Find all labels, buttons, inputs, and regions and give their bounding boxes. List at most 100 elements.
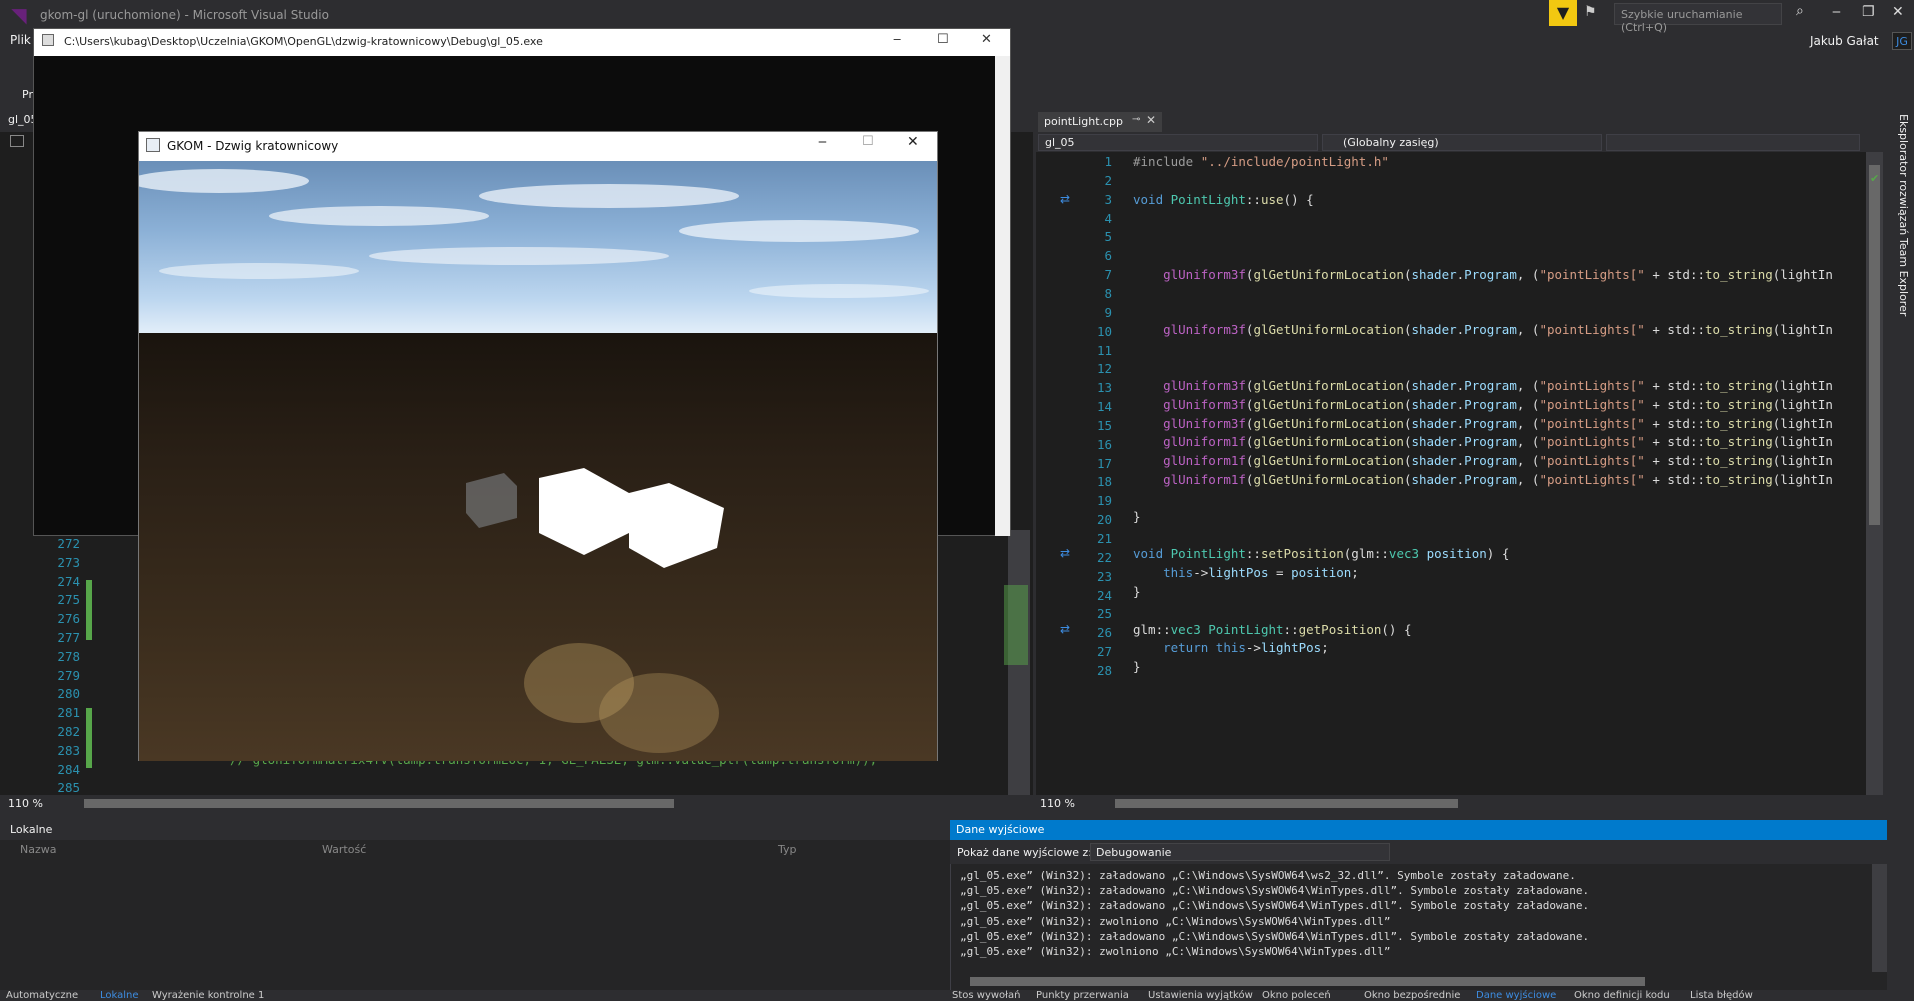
- line-number: 1: [1104, 154, 1112, 169]
- reference-icon[interactable]: ⇄: [1060, 622, 1070, 636]
- toolbar-fragment[interactable]: Pr: [22, 88, 33, 101]
- gl-render-canvas[interactable]: [139, 161, 937, 761]
- change-marker: [86, 708, 92, 768]
- line-number: 24: [1096, 587, 1112, 603]
- code-line-27: return this->lightPos;: [1163, 640, 1329, 655]
- console-scrollbar[interactable]: [995, 56, 1010, 536]
- line-number: 23: [1096, 568, 1112, 584]
- solution-explorer-tab[interactable]: Eksplorator rozwiązań: [1897, 114, 1910, 235]
- line-number: 21: [1096, 531, 1112, 546]
- bottom-tab[interactable]: Automatyczne: [6, 990, 78, 1001]
- check-icon: ✔: [1870, 172, 1880, 185]
- scene-objects: [466, 468, 724, 753]
- gl-maximize-button[interactable]: ☐: [862, 134, 874, 149]
- bottom-tab[interactable]: Okno bezpośrednie: [1364, 990, 1460, 1001]
- close-tab-icon[interactable]: ✕: [1146, 113, 1156, 127]
- bottom-tab[interactable]: Okno poleceń: [1262, 990, 1331, 1001]
- close-button[interactable]: ✕: [1892, 4, 1904, 20]
- code-line-13: glUniform3f(glGetUniformLocation(shader.…: [1163, 378, 1833, 393]
- scope-dropdown[interactable]: (Globalny zasięg): [1322, 134, 1602, 151]
- bottom-tab[interactable]: Dane wyjściowe: [1476, 990, 1556, 1001]
- code-line-7: glUniform3f(glGetUniformLocation(shader.…: [1163, 267, 1833, 282]
- line-number: 281: [57, 705, 80, 721]
- line-number: 5: [1104, 229, 1112, 245]
- search-icon[interactable]: ⌕: [1796, 3, 1804, 19]
- reference-icon[interactable]: ⇄: [1060, 546, 1070, 560]
- line-number: 25: [1096, 606, 1112, 622]
- line-number: 14: [1096, 399, 1112, 415]
- line-number: 284: [57, 761, 80, 777]
- line-number: 277: [57, 630, 80, 645]
- line-number: 4: [1104, 210, 1112, 226]
- restore-button[interactable]: ❐: [1862, 4, 1875, 20]
- menu-plik[interactable]: Plik: [10, 33, 31, 47]
- vs-logo-icon: ◥: [11, 3, 27, 27]
- team-explorer-tab[interactable]: Team Explorer: [1897, 238, 1910, 316]
- output-vertical-scrollbar[interactable]: [1872, 864, 1887, 972]
- code-line-18: glUniform1f(glGetUniformLocation(shader.…: [1163, 472, 1833, 487]
- code-line-1: #include "../include/pointLight.h": [1133, 154, 1389, 169]
- left-horizontal-scrollbar[interactable]: [84, 799, 674, 808]
- right-zoom-level[interactable]: 110 %: [1040, 797, 1075, 810]
- code-line-16: glUniform1f(glGetUniformLocation(shader.…: [1163, 434, 1833, 449]
- project-dropdown[interactable]: gl_05: [1038, 134, 1318, 151]
- gl-close-button[interactable]: ✕: [907, 134, 919, 150]
- line-number: 18: [1096, 474, 1112, 490]
- line-number: 2: [1104, 172, 1112, 188]
- line-number: 272: [57, 536, 80, 551]
- code-line-10: glUniform3f(glGetUniformLocation(shader.…: [1163, 322, 1833, 337]
- notification-icon[interactable]: ⚑: [1584, 4, 1597, 20]
- line-number: 278: [57, 648, 80, 664]
- output-horizontal-scrollbar[interactable]: [970, 977, 1645, 986]
- locals-title: Lokalne: [0, 820, 950, 840]
- bottom-tab[interactable]: Okno definicji kodu: [1574, 990, 1670, 1001]
- bottom-tab[interactable]: Stos wywołań: [952, 990, 1020, 1001]
- line-number: 11: [1096, 342, 1112, 358]
- avatar[interactable]: JG: [1892, 32, 1912, 50]
- code-line-17: glUniform1f(glGetUniformLocation(shader.…: [1163, 453, 1833, 468]
- line-number: 279: [57, 667, 80, 683]
- quick-launch-input[interactable]: Szybkie uruchamianie (Ctrl+Q): [1614, 3, 1782, 34]
- code-line-22: void PointLight::setPosition(glm::vec3 p…: [1133, 546, 1510, 561]
- console-minimize-button[interactable]: ‒: [893, 32, 901, 47]
- right-tab-strip: [1036, 110, 1890, 132]
- gl-app-icon: [146, 138, 160, 152]
- line-number: 274: [57, 573, 80, 589]
- user-name[interactable]: Jakub Gałat: [1810, 34, 1879, 48]
- code-line-23: this->lightPos = position;: [1163, 565, 1359, 580]
- filter-icon[interactable]: ▼: [1549, 0, 1577, 26]
- console-app-icon: [42, 34, 54, 46]
- line-number: 285: [57, 780, 80, 796]
- console-maximize-button[interactable]: ☐: [937, 32, 949, 47]
- column-value[interactable]: Wartość: [322, 843, 366, 856]
- column-name[interactable]: Nazwa: [20, 843, 56, 856]
- line-number: 280: [57, 686, 80, 702]
- bottom-tab[interactable]: Lista błędów: [1690, 990, 1753, 1001]
- minimize-button[interactable]: ‒: [1832, 4, 1841, 20]
- bottom-tab[interactable]: Wyrażenie kontrolne 1: [152, 990, 264, 1001]
- code-line-24: }: [1133, 584, 1141, 599]
- file-icon: [10, 135, 24, 147]
- code-line-28: }: [1133, 659, 1141, 674]
- pin-icon[interactable]: ⊸: [1132, 114, 1140, 125]
- tab-pointlight-cpp[interactable]: pointLight.cpp: [1038, 112, 1162, 132]
- code-line-3: void PointLight::use() {: [1133, 192, 1314, 207]
- bottom-tab[interactable]: Ustawienia wyjątków: [1148, 990, 1253, 1001]
- line-number: 7: [1104, 267, 1112, 283]
- line-number: 6: [1104, 248, 1112, 264]
- right-horizontal-scrollbar[interactable]: [1115, 799, 1458, 808]
- line-number: 276: [57, 611, 80, 627]
- member-dropdown[interactable]: [1606, 134, 1860, 151]
- gl-minimize-button[interactable]: ‒: [818, 134, 827, 150]
- line-number: 9: [1104, 304, 1112, 320]
- bottom-tab[interactable]: Punkty przerwania: [1036, 990, 1129, 1001]
- console-close-button[interactable]: ✕: [981, 32, 992, 47]
- output-source-select[interactable]: Debugowanie: [1090, 843, 1390, 861]
- bottom-tab[interactable]: Lokalne: [100, 990, 139, 1001]
- reference-icon[interactable]: ⇄: [1060, 192, 1070, 206]
- vs-window-title: gkom-gl (uruchomione) - Microsoft Visual…: [40, 8, 329, 22]
- left-zoom-level[interactable]: 110 %: [8, 797, 43, 810]
- line-number: 13: [1096, 380, 1112, 396]
- column-type[interactable]: Typ: [778, 843, 797, 856]
- right-scroll-thumb[interactable]: [1869, 165, 1880, 525]
